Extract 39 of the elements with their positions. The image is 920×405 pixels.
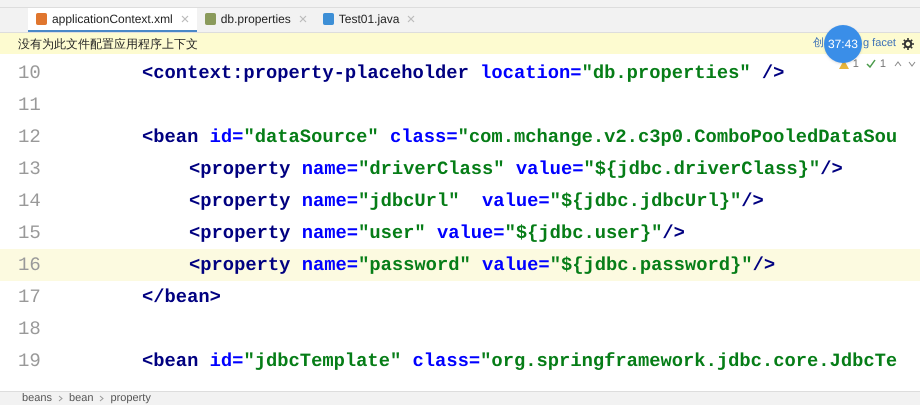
- line-number: 13: [17, 156, 42, 182]
- file-tab[interactable]: db.properties: [196, 8, 315, 32]
- tab-label: applicationContext.xml: [52, 11, 173, 28]
- line-number: 14: [17, 188, 42, 214]
- tab-label: db.properties: [220, 11, 291, 28]
- file-tab[interactable]: Test01.java: [314, 8, 424, 32]
- settings-icon[interactable]: [902, 38, 914, 50]
- chevron-icon: [58, 395, 63, 402]
- file-tab[interactable]: applicationContext.xml: [28, 8, 197, 32]
- line-number: 11: [17, 92, 42, 118]
- file-icon: [204, 13, 216, 25]
- code-line: <property name="driverClass" value="${jdbc.driverClass}"/>: [189, 156, 843, 182]
- code-line: <property name="password" value="${jdbc.password}"/>: [189, 252, 776, 278]
- line-number: 15: [17, 220, 42, 246]
- code-line: <bean id="jdbcTemplate" class="org.springframework.jdbc.core.JdbcTe: [142, 348, 898, 374]
- banner-message: 没有为此文件配置应用程序上下文: [18, 36, 198, 52]
- line-number: 17: [17, 284, 42, 310]
- line-number: 10: [17, 60, 42, 86]
- file-icon: [322, 13, 334, 25]
- check-icon: [866, 59, 876, 70]
- banner-link[interactable]: 创: [812, 35, 824, 52]
- line-number: 19: [17, 348, 42, 374]
- line-number: 18: [17, 316, 42, 342]
- tab-label: Test01.java: [338, 11, 400, 28]
- chevron-icon: [99, 395, 104, 402]
- line-number: 12: [17, 124, 42, 150]
- check-count: 1: [880, 57, 886, 72]
- breadcrumb[interactable]: bean: [68, 390, 94, 405]
- code-line: <property name="jdbcUrl" value="${jdbc.jdbcUrl}"/>: [189, 188, 764, 214]
- file-icon: [36, 13, 47, 25]
- line-number: 16: [17, 252, 42, 278]
- banner-link[interactable]: g facet: [862, 35, 896, 52]
- breadcrumb[interactable]: property: [110, 390, 151, 405]
- code-line: <context:property-placeholder location="db.properties" />: [142, 60, 784, 86]
- breadcrumb[interactable]: beans: [22, 390, 52, 405]
- code-line: </bean>: [142, 284, 221, 310]
- close-icon[interactable]: [180, 15, 189, 23]
- code-line: <bean id="dataSource" class="com.mchange.v2.c3p0.ComboPooledDataSou: [142, 124, 898, 150]
- code-line: <property name="user" value="${jdbc.user}"/>: [189, 220, 685, 246]
